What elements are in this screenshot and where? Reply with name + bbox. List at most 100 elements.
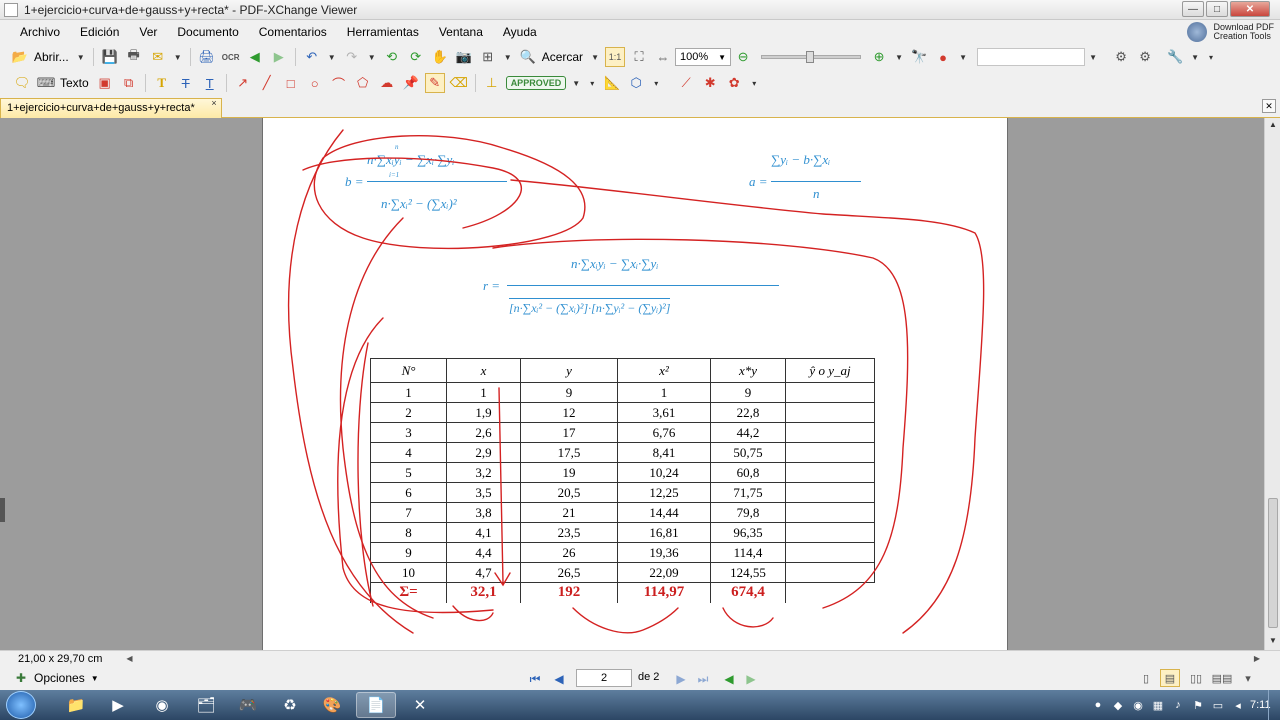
maximize-button[interactable]: □	[1206, 1, 1228, 17]
email-dropdown-icon[interactable]: ▼	[172, 47, 184, 67]
tab-close-icon[interactable]: ×	[208, 98, 220, 108]
nav-back-icon[interactable]: ◀	[720, 670, 738, 688]
tray-volume-icon[interactable]: ◂	[1230, 699, 1246, 712]
select-dropdown-icon[interactable]: ▼	[502, 47, 514, 67]
view-options-icon[interactable]: ▾	[1238, 669, 1258, 687]
pencil-icon[interactable]: ✎	[424, 73, 445, 93]
options-dropdown-icon[interactable]: ▼	[91, 674, 99, 683]
scroll-up-icon[interactable]: ▲	[1267, 120, 1279, 132]
menu-documento[interactable]: Documento	[167, 25, 248, 39]
continuous-view-icon[interactable]: ▤	[1160, 669, 1180, 687]
polyline-icon[interactable]: ⌒	[329, 73, 349, 93]
actual-size-icon[interactable]: 1:1	[605, 47, 626, 67]
undo-icon[interactable]: ↶	[302, 47, 322, 67]
menu-ventana[interactable]: Ventana	[429, 25, 493, 39]
open-button-label[interactable]: Abrir...	[34, 50, 69, 64]
ellipse-icon[interactable]: ○	[305, 73, 325, 93]
stamp-dropdown-icon[interactable]: ▼	[570, 73, 582, 93]
menu-comentarios[interactable]: Comentarios	[249, 25, 337, 39]
zoom-out-minus-icon[interactable]: ⊖	[733, 47, 753, 67]
select-text-icon[interactable]: ⊞	[478, 47, 498, 67]
search-next-icon[interactable]: ⚙	[1135, 47, 1155, 67]
open-folder-icon[interactable]: 📂	[10, 47, 30, 67]
scrollbar-thumb[interactable]	[1268, 498, 1278, 628]
menu-herramientas[interactable]: Herramientas	[337, 25, 429, 39]
taskbar-media-icon[interactable]: ▶	[98, 692, 138, 718]
taskbar-recycle-icon[interactable]: ♻	[270, 692, 310, 718]
page-number-input[interactable]: 2	[576, 669, 632, 687]
tools-dropdown-icon[interactable]: ▼	[1189, 47, 1201, 67]
print-icon[interactable]: 🖶	[124, 47, 144, 67]
pdf-page[interactable]: b = n·∑xᵢyᵢ − ∑xᵢ·∑yᵢ n·∑xᵢ² − (∑xᵢ)² n …	[262, 118, 1008, 650]
redo-dropdown-icon[interactable]: ▼	[366, 47, 378, 67]
zoom-in-plus-icon[interactable]: ⊕	[869, 47, 889, 67]
search-prev-icon[interactable]: ⚙	[1111, 47, 1131, 67]
zoom-dropdown-icon[interactable]: ▼	[718, 53, 726, 62]
taskbar-pdf-viewer-icon[interactable]: 📄	[356, 692, 396, 718]
show-desktop-button[interactable]	[1268, 690, 1280, 720]
taskbar-excel-icon[interactable]: ✕	[400, 692, 440, 718]
vertical-scrollbar[interactable]: ▲ ▼	[1264, 118, 1280, 650]
ask-icon[interactable]: ●	[933, 47, 953, 67]
undo-dropdown-icon[interactable]: ▼	[326, 47, 338, 67]
underline-icon[interactable]: T	[200, 73, 220, 93]
rectangle-icon[interactable]: □	[281, 73, 301, 93]
email-icon[interactable]: ✉	[148, 47, 168, 67]
search-dropdown-icon[interactable]: ▼	[1087, 47, 1099, 67]
continuous-facing-view-icon[interactable]: ▤▤	[1212, 669, 1233, 687]
tray-flag-icon[interactable]: ⚑	[1190, 699, 1206, 712]
close-button[interactable]: ✕	[1230, 1, 1270, 17]
attachment-icon[interactable]: ✿	[724, 73, 744, 93]
tray-battery-icon[interactable]: ▭	[1210, 699, 1226, 712]
back-icon[interactable]: ◀	[245, 47, 265, 67]
cloud-icon[interactable]: ☁	[377, 73, 397, 93]
single-page-view-icon[interactable]: ▯	[1136, 669, 1156, 687]
comment-list-icon[interactable]: ✱	[700, 73, 720, 93]
scroll-down-icon[interactable]: ▼	[1267, 636, 1279, 648]
taskbar-paint-icon[interactable]: 🎨	[312, 692, 352, 718]
find-icon[interactable]: 🔭	[909, 47, 929, 67]
search-input[interactable]	[977, 48, 1086, 66]
link-icon[interactable]: ⟋	[676, 73, 696, 93]
menu-edicion[interactable]: Edición	[70, 25, 129, 39]
taskbar-explorer-icon[interactable]: 📁	[56, 692, 96, 718]
minimize-button[interactable]: —	[1182, 1, 1204, 17]
hscroll-right-icon[interactable]: ▶	[1254, 654, 1260, 663]
measure-area-icon[interactable]: ⬡	[626, 73, 646, 93]
highlight-text-icon[interactable]: T	[152, 73, 172, 93]
open-dropdown-icon[interactable]: ▼	[75, 47, 87, 67]
options-menu[interactable]: ✚ Opciones ▼	[16, 671, 99, 685]
zoom-in-dropdown-icon[interactable]: ▼	[589, 47, 601, 67]
menu-ayuda[interactable]: Ayuda	[493, 25, 547, 39]
tray-speaker-icon[interactable]: ♪	[1170, 699, 1186, 711]
taskbar-folder-icon[interactable]: 🗂	[186, 692, 226, 718]
menu-archivo[interactable]: Archivo	[10, 25, 70, 39]
zoom-in-label[interactable]: Acercar	[542, 50, 583, 64]
hand-tool-icon[interactable]: ✋	[430, 47, 450, 67]
next-page-icon[interactable]: ▶	[672, 670, 690, 688]
tabbar-close-icon[interactable]: ✕	[1262, 99, 1276, 113]
ask-dropdown-icon[interactable]: ▼	[957, 47, 969, 67]
measure-dropdown-icon[interactable]: ▾	[650, 73, 662, 93]
tray-network-icon[interactable]: ▦	[1150, 699, 1166, 712]
snapshot-icon[interactable]: 📷	[454, 47, 474, 67]
toolbar-options-icon[interactable]: ▾	[1205, 47, 1217, 67]
plus-dropdown-icon[interactable]: ▼	[893, 47, 905, 67]
measure-distance-icon[interactable]: 📐	[602, 73, 622, 93]
rotate-right-icon[interactable]: ⟳	[406, 47, 426, 67]
textbox-icon[interactable]: ▣	[95, 73, 115, 93]
redo-icon[interactable]: ↷	[342, 47, 362, 67]
hscroll-left-icon[interactable]: ◀	[126, 654, 132, 663]
stamp-options-icon[interactable]: ▾	[586, 73, 598, 93]
zoom-in-icon[interactable]: 🔍	[518, 47, 538, 67]
tray-chrome-icon[interactable]: ◉	[1130, 699, 1146, 712]
stamp-approved[interactable]: APPROVED	[505, 76, 567, 90]
nav-forward-icon[interactable]: ▶	[742, 670, 760, 688]
fit-width-icon[interactable]: ⇔	[653, 47, 673, 67]
pushpin-icon[interactable]: 📌	[401, 73, 421, 93]
zoom-slider[interactable]	[761, 51, 862, 63]
scan-icon[interactable]: 🖨	[197, 47, 217, 67]
tray-app-icon[interactable]: ◆	[1110, 699, 1126, 712]
menu-ver[interactable]: Ver	[129, 25, 167, 39]
start-button[interactable]	[6, 691, 36, 719]
